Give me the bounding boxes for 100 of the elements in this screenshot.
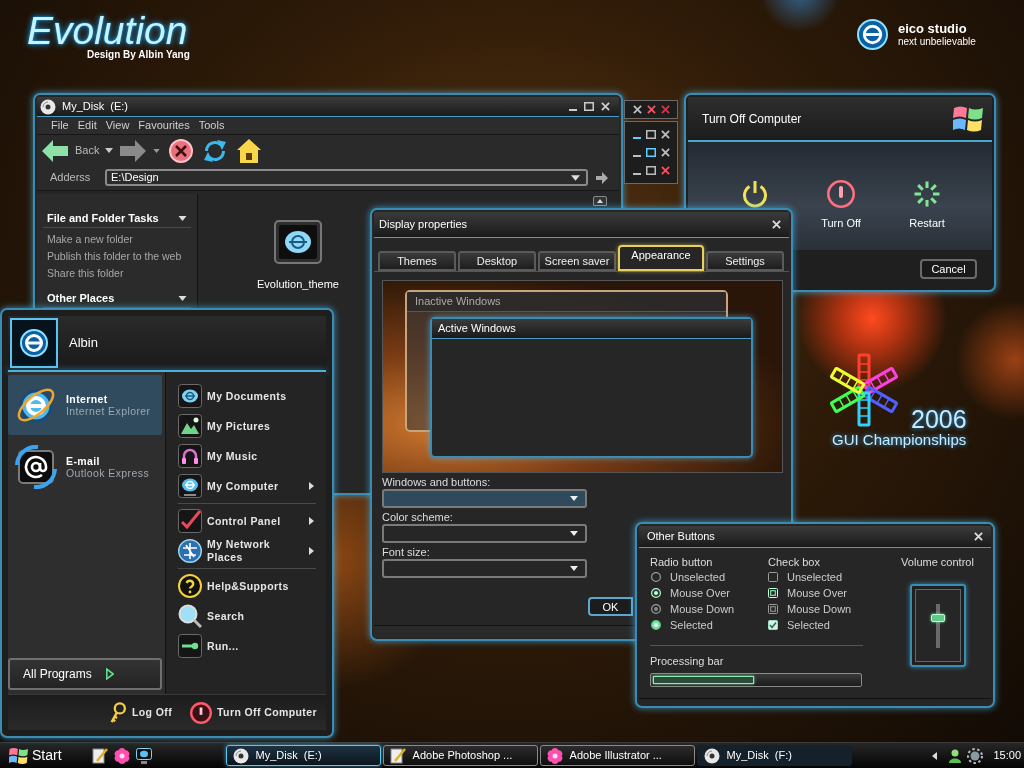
menu-item[interactable]: Favourites [138, 120, 190, 131]
start-menu-item[interactable]: My Network Places [178, 536, 316, 566]
tab[interactable]: Screen saver [538, 251, 616, 271]
studio-name: eico studio [898, 22, 968, 36]
task-link[interactable]: Share this folder [47, 267, 187, 280]
monitor-icon [178, 474, 202, 498]
all-programs-button[interactable]: All Programs [8, 658, 162, 690]
turn-off-button[interactable]: Turn Off Computer [190, 701, 317, 724]
power-option-button[interactable]: Turn Off [798, 180, 884, 232]
checkbox[interactable] [768, 620, 778, 630]
start-menu-item[interactable]: Search [178, 601, 316, 631]
arrow-left-icon [42, 139, 68, 162]
menu-item[interactable]: Edit [77, 120, 97, 131]
start-menu-item[interactable]: My Documents [178, 381, 316, 411]
start-menu-item[interactable]: E-mail Outlook Express [8, 437, 162, 497]
dropdown-field[interactable] [382, 524, 587, 543]
clock: 15:00 [993, 748, 1021, 764]
close-button[interactable] [601, 102, 610, 111]
cancel-button[interactable]: Cancel [920, 259, 977, 279]
tray-icon-button[interactable] [967, 747, 984, 764]
maximize-icon [584, 102, 594, 111]
go-button[interactable] [596, 171, 608, 184]
radio-button[interactable] [651, 604, 661, 614]
back-button[interactable]: Back [42, 139, 100, 162]
forward-button[interactable] [120, 139, 147, 162]
task-link[interactable]: Publish this folder to the web [47, 250, 187, 263]
menu-item[interactable]: View [105, 120, 130, 131]
flower-icon [113, 747, 130, 764]
help-icon [178, 574, 202, 598]
quick-launch-button[interactable] [113, 747, 130, 764]
radio-button[interactable] [651, 572, 661, 582]
dropdown-field[interactable] [382, 489, 587, 508]
group-heading: Check box [768, 555, 820, 569]
volume-slider[interactable] [930, 603, 945, 648]
ok-button[interactable]: OK [588, 597, 633, 616]
taskbar-button[interactable]: Adobe Photoshop ... [382, 745, 538, 766]
dialog-title: Turn Off Computer [702, 110, 802, 128]
close-button[interactable] [974, 532, 983, 541]
close-icon [974, 532, 983, 541]
tab[interactable]: Settings [706, 251, 784, 271]
logo-tile-icon [178, 384, 202, 408]
tab[interactable]: Desktop [458, 251, 536, 271]
start-menu-item[interactable]: Control Panel [178, 506, 316, 536]
taskbar-button[interactable]: My_Disk (F:) [696, 745, 852, 766]
start-menu-item[interactable]: My Computer [178, 471, 316, 501]
file-name[interactable]: Evolution_theme [257, 276, 339, 293]
history-dropdown-button[interactable] [153, 148, 161, 153]
close-icon [601, 102, 610, 111]
history-dropdown-button[interactable] [105, 148, 114, 153]
option-label: Selected [670, 617, 713, 633]
tab[interactable]: Appearance [618, 245, 704, 271]
radio-button[interactable] [651, 620, 661, 630]
user-name: Albin [69, 334, 98, 353]
tab[interactable]: Themes [378, 251, 456, 271]
caret-down-icon [153, 148, 161, 153]
triangle-arrow-icon [105, 668, 114, 680]
theme-file-icon [274, 220, 322, 264]
home-button[interactable] [237, 138, 262, 163]
pinwheel-logo-icon [830, 352, 898, 428]
field-label: Font size: [382, 546, 430, 559]
tray-icon-button[interactable] [949, 748, 962, 763]
panel-heading: File and Folder Tasks [47, 211, 159, 227]
logo-title: Evolution [27, 11, 188, 50]
panel-heading: Other Places [47, 291, 115, 307]
maximize-button[interactable] [584, 102, 594, 111]
menu-item[interactable]: File [51, 120, 69, 131]
flower-icon [546, 747, 563, 764]
close-button[interactable] [772, 220, 781, 229]
dropdown-field[interactable] [382, 559, 587, 578]
tray-expand-button[interactable] [932, 751, 938, 760]
window-title: Other Buttons [647, 529, 715, 545]
start-menu-item[interactable]: My Music [178, 441, 316, 471]
slider-thumb[interactable] [930, 613, 945, 622]
refresh-button[interactable] [203, 138, 228, 163]
chevron-down-icon [178, 216, 187, 221]
checkbox[interactable] [768, 572, 778, 582]
field-label: Windows and buttons: [382, 476, 491, 489]
taskbar-button[interactable]: Adobe Illustrator ... [539, 745, 695, 766]
start-button[interactable]: Start [9, 745, 62, 766]
progress-label: Processing bar [650, 655, 724, 668]
quick-launch-button[interactable] [135, 747, 152, 764]
start-menu-item[interactable]: Help&Supports [178, 571, 316, 601]
start-menu-item[interactable]: My Pictures [178, 411, 316, 441]
menu-item[interactable]: Tools [198, 120, 225, 131]
option-label: Mouse Down [670, 601, 735, 617]
power-option-button[interactable]: Restart [884, 180, 970, 232]
option-label: Selected [787, 617, 830, 633]
key-icon [108, 701, 127, 724]
scroll-up-button[interactable] [593, 196, 607, 206]
taskbar-button[interactable]: My_Disk (E:) [225, 745, 381, 766]
address-field[interactable]: E:\Design [105, 169, 588, 186]
start-menu-item[interactable]: Internet Internet Explorer [8, 375, 162, 435]
field-label: Color scheme: [382, 511, 453, 524]
caret-down-icon [570, 566, 578, 571]
stop-button[interactable] [169, 138, 194, 163]
start-menu-item[interactable]: Run... [178, 631, 316, 661]
task-link[interactable]: Make a new folder [47, 233, 187, 246]
checkbox[interactable] [768, 604, 778, 614]
quick-launch-button[interactable] [91, 747, 108, 764]
log-off-button[interactable]: Log Off [108, 701, 173, 724]
